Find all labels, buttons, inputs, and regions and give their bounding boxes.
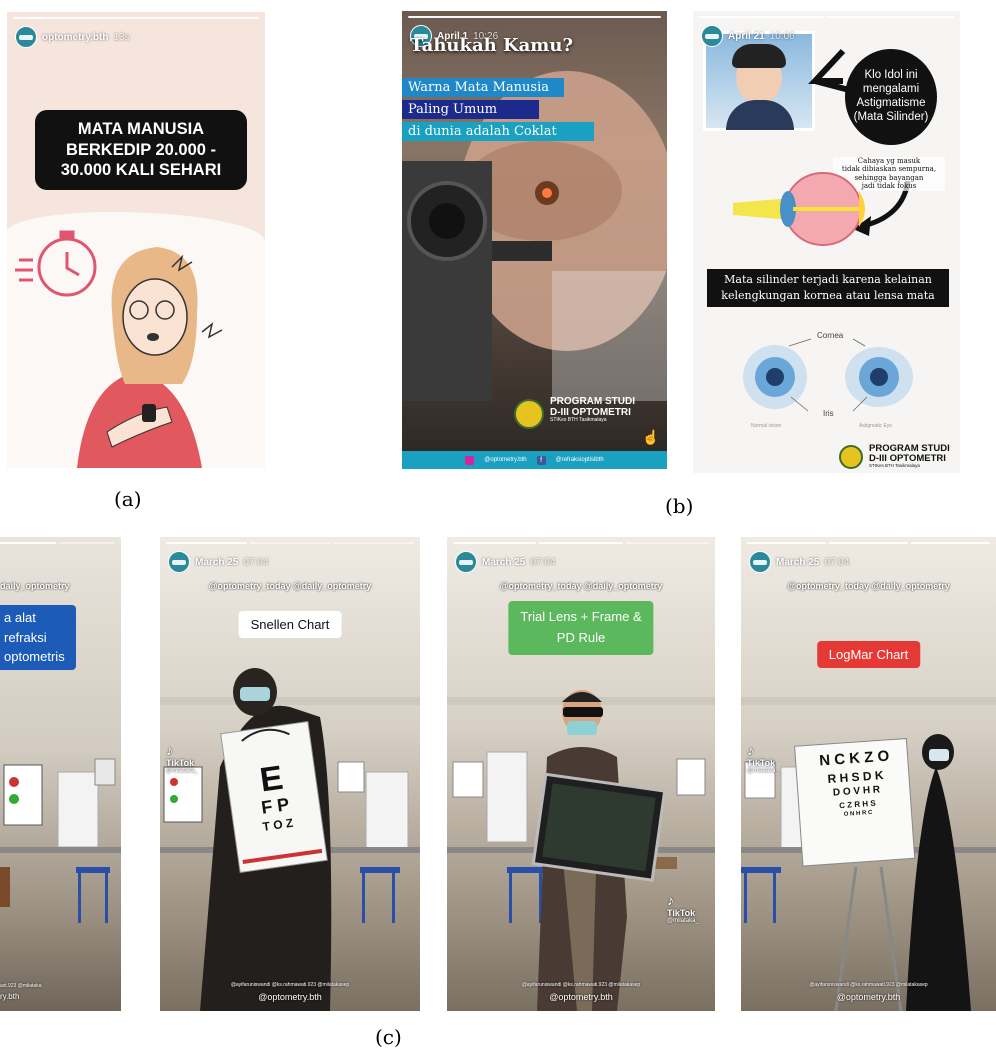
footer-account[interactable]: ry.bth (0, 992, 121, 1001)
program-title: PROGRAM STUDI D-III OPTOMETRI STIKes BTH… (550, 396, 635, 423)
instagram-handle[interactable]: @optometry.bth (484, 457, 526, 463)
tap-hand-icon: ☝ (642, 429, 660, 445)
fact-line: Paling Umum (402, 100, 539, 119)
footer-account[interactable]: @optometry.bth (447, 992, 715, 1002)
tiktok-icon: ♪ (747, 742, 754, 758)
story-c2[interactable]: March 25 07:04 @optometry_today @daily_o… (447, 537, 715, 1011)
fact-line: di dunia adalah Coklat (402, 122, 594, 141)
woman-checking-watch-illustration (15, 230, 223, 468)
footer-mentions: @ayifaruniswandi @ks.rahmawati.923 @mila… (230, 982, 350, 988)
footer-account[interactable]: @optometry.bth (741, 992, 996, 1002)
program-subtitle: STIKes BTH Tasikmalaya (869, 462, 920, 468)
story-c3[interactable]: March 25 07:04 @optometry_today @daily_o… (741, 537, 996, 1011)
fact-line: Warna Mata Manusia (402, 78, 564, 97)
trial-lens-scene (447, 690, 715, 1011)
iris-label: Iris (823, 409, 834, 418)
footer-mentions: @ayifaruniswandi @ks.rahmawati.923 @mila… (809, 982, 928, 988)
normal-vision-label: Normal vision (751, 423, 782, 429)
story-b1[interactable]: April 1 10:26 Tahukah Kamu? Warna Mata M… (402, 11, 667, 469)
clinic-room-photo (0, 758, 121, 923)
title-text: Tahukah Kamu? (410, 35, 573, 56)
cornea-label: Cornea (817, 331, 844, 340)
footer-mentions: ast.923 @milataka (0, 983, 42, 989)
tiktok-label: TikTok (166, 758, 195, 768)
story-b2[interactable]: April 21 10:06 Klo Idol ini mengalami As… (693, 11, 960, 473)
program-logo (839, 445, 863, 469)
tiktok-icon: ♪ (166, 742, 173, 758)
caption-b: (b) (665, 494, 694, 518)
footer-account[interactable]: @optometry.bth (160, 992, 420, 1002)
logmar-chart-letters: N C K Z O R H S D K D O V H R C Z R H S … (799, 745, 914, 822)
caption-a: (a) (114, 487, 142, 511)
tiktok-logo: ♪ TikTok @milataka_ (747, 742, 779, 774)
tiktok-label: TikTok (667, 908, 696, 918)
tiktok-label: TikTok (747, 758, 776, 768)
program-subtitle: STIKes BTH Tasikmalaya (550, 417, 607, 423)
stopwatch-icon (15, 230, 97, 297)
tiktok-user[interactable]: @milataka_ (747, 768, 779, 774)
tiktok-icon: ♪ (667, 892, 674, 908)
cornea-comparison-diagram (743, 338, 913, 412)
instagram-icon (465, 455, 475, 465)
tiktok-user[interactable]: @milataka_ (667, 918, 699, 924)
story-a[interactable]: optometry.bth 13s MATA MANUSIA BERKEDIP … (7, 12, 265, 468)
trial-lens-case (531, 772, 667, 882)
fact-lines: Warna Mata Manusia Paling Umum di dunia … (402, 78, 594, 144)
snellen-chart-letters: E F P T O Z (228, 756, 321, 837)
facebook-handle[interactable]: @refraksioptisibth (556, 457, 604, 463)
caption-c: (c) (375, 1025, 402, 1049)
footer-mentions: @ayifaruniswandi @ks.rahmawati.923 @mila… (521, 982, 641, 988)
facebook-icon: f (536, 455, 546, 465)
story-c0[interactable]: daily_optometry a alat refraksi optometr… (0, 537, 121, 1011)
astigmatic-eye-label: Astigmatic Eye (859, 423, 893, 429)
program-logo (514, 399, 544, 429)
program-line: PROGRAM STUDI (550, 396, 635, 407)
tiktok-logo: ♪ TikTok @milataka_ (667, 892, 699, 924)
tiktok-user[interactable]: @milataka_ (166, 768, 198, 774)
social-footer: @optometry.bth f @refraksioptisibth (402, 451, 667, 469)
tiktok-logo: ♪ TikTok @milataka_ (166, 742, 198, 774)
story-c1[interactable]: March 25 07:04 @optometry_today @daily_o… (160, 537, 420, 1011)
program-title: PROGRAM STUDI D-III OPTOMETRI STIKes BTH… (869, 444, 950, 469)
